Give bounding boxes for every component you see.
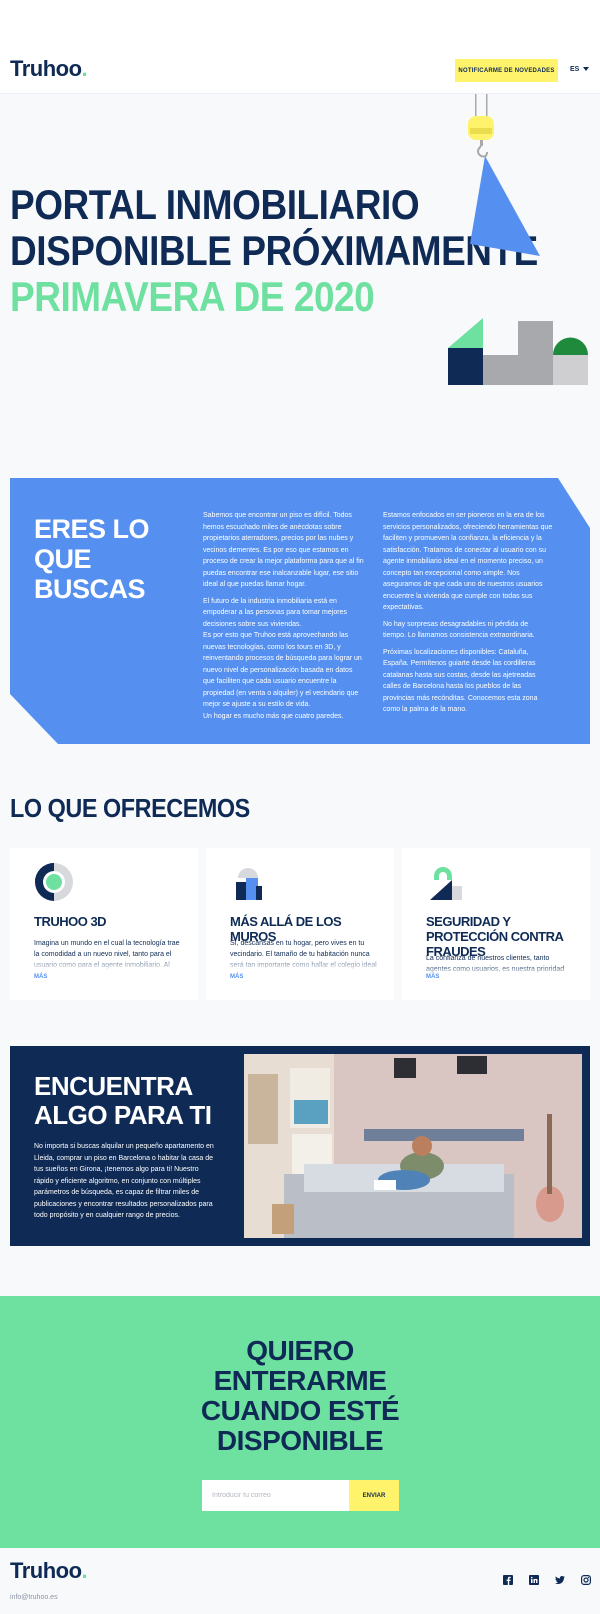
signup-title-line: CUANDO ESTÉ — [200, 1395, 400, 1426]
site-header: Truhoo. NOTIFICARME DE NOVEDADES ES — [0, 0, 600, 94]
twitter-icon[interactable] — [555, 1575, 565, 1585]
security-lock-icon — [430, 867, 462, 900]
couple-on-bed-photo — [244, 1054, 582, 1238]
about-paragraph: El futuro de la industria inmobiliaria e… — [203, 597, 347, 628]
more-link[interactable]: MÁS — [426, 974, 439, 980]
hero-subtitle: PRIMAVERA DE 2020 — [10, 273, 375, 320]
offer-card-title: TRUHOO 3D — [34, 914, 107, 929]
offer-card-3d[interactable]: TRUHOO 3D Imagina un mundo en el cual la… — [10, 848, 198, 1000]
offer-card-security[interactable]: SEGURIDAD Y PROTECCIÓN CONTRA FRAUDES La… — [402, 848, 590, 1000]
notify-button[interactable]: NOTIFICARME DE NOVEDADES — [455, 59, 558, 82]
about-title: ERES LO QUE BUSCAS — [34, 514, 150, 604]
tour-3d-icon — [35, 863, 73, 901]
offer-card-description: Imagina un mundo en el cual la tecnologí… — [34, 940, 180, 969]
more-link[interactable]: MÁS — [230, 974, 243, 980]
logo[interactable]: Truhoo. — [10, 56, 88, 82]
find-text: No importa si buscas alquilar un pequeño… — [34, 1143, 214, 1219]
language-selector[interactable]: ES — [570, 66, 590, 73]
offer-card-neighborhood[interactable]: MÁS ALLÁ DE LOS MUROS Sí, descansas en t… — [206, 848, 394, 1000]
about-paragraph: Próximas localizaciones disponibles: Cat… — [383, 648, 538, 714]
signup-title-line: ENTERARME — [213, 1365, 387, 1396]
more-link[interactable]: MÁS — [34, 974, 47, 980]
find-title: ENCUENTRA ALGO PARA TI — [34, 1071, 212, 1130]
hero-title-line1: PORTAL INMOBILIARIO — [10, 181, 420, 228]
footer-logo[interactable]: Truhoo. — [10, 1558, 88, 1584]
instagram-icon[interactable] — [581, 1575, 591, 1585]
facebook-icon[interactable] — [503, 1575, 513, 1585]
find-section: ENCUENTRA ALGO PARA TI No importa si bus… — [10, 1046, 590, 1246]
about-section: ERES LO QUE BUSCAS Sabemos que encontrar… — [10, 478, 590, 744]
about-column-2: Estamos enfocados en ser pioneros en la … — [383, 510, 553, 721]
about-paragraph: Estamos enfocados en ser pioneros en la … — [383, 512, 553, 611]
about-paragraph: No hay sorpresas desagradables ni pérdid… — [383, 620, 535, 640]
signup-title: QUIERO ENTERARME CUANDO ESTÉ DISPONIBLE — [0, 1336, 600, 1456]
signup-title-line: DISPONIBLE — [216, 1425, 384, 1456]
language-label: ES — [570, 66, 580, 73]
hero-title-line2: DISPONIBLE PRÓXIMAMENTE — [10, 227, 538, 274]
email-input[interactable] — [202, 1480, 349, 1511]
signup-title-line: QUIERO — [246, 1335, 354, 1366]
linkedin-icon[interactable] — [529, 1575, 539, 1585]
about-column-1: Sabemos que encontrar un piso es difícil… — [203, 510, 365, 727]
about-paragraph: Un hogar es mucho más que cuatro paredes… — [203, 712, 344, 720]
site-footer: Truhoo. info@truhoo.es — [0, 1548, 600, 1614]
neighborhood-icon — [236, 868, 262, 900]
offer-title: LO QUE OFRECEMOS — [10, 793, 250, 823]
footer-email[interactable]: info@truhoo.es — [10, 1594, 58, 1601]
about-paragraph: Es por esto que Truhoo está aprovechando… — [203, 632, 362, 708]
chevron-down-icon — [583, 67, 590, 72]
about-paragraph: Sabemos que encontrar un piso es difícil… — [203, 512, 364, 588]
crane-hook-illustration — [468, 94, 540, 256]
signup-section: QUIERO ENTERARME CUANDO ESTÉ DISPONIBLE … — [0, 1296, 600, 1548]
buildings-illustration — [448, 318, 588, 385]
send-button[interactable]: ENVIAR — [349, 1480, 399, 1511]
offer-card-description: Sí, descansas en tu hogar, pero vives en… — [230, 940, 377, 969]
offer-card-description: La confianza de nuestros clientes, tanto… — [426, 955, 565, 973]
